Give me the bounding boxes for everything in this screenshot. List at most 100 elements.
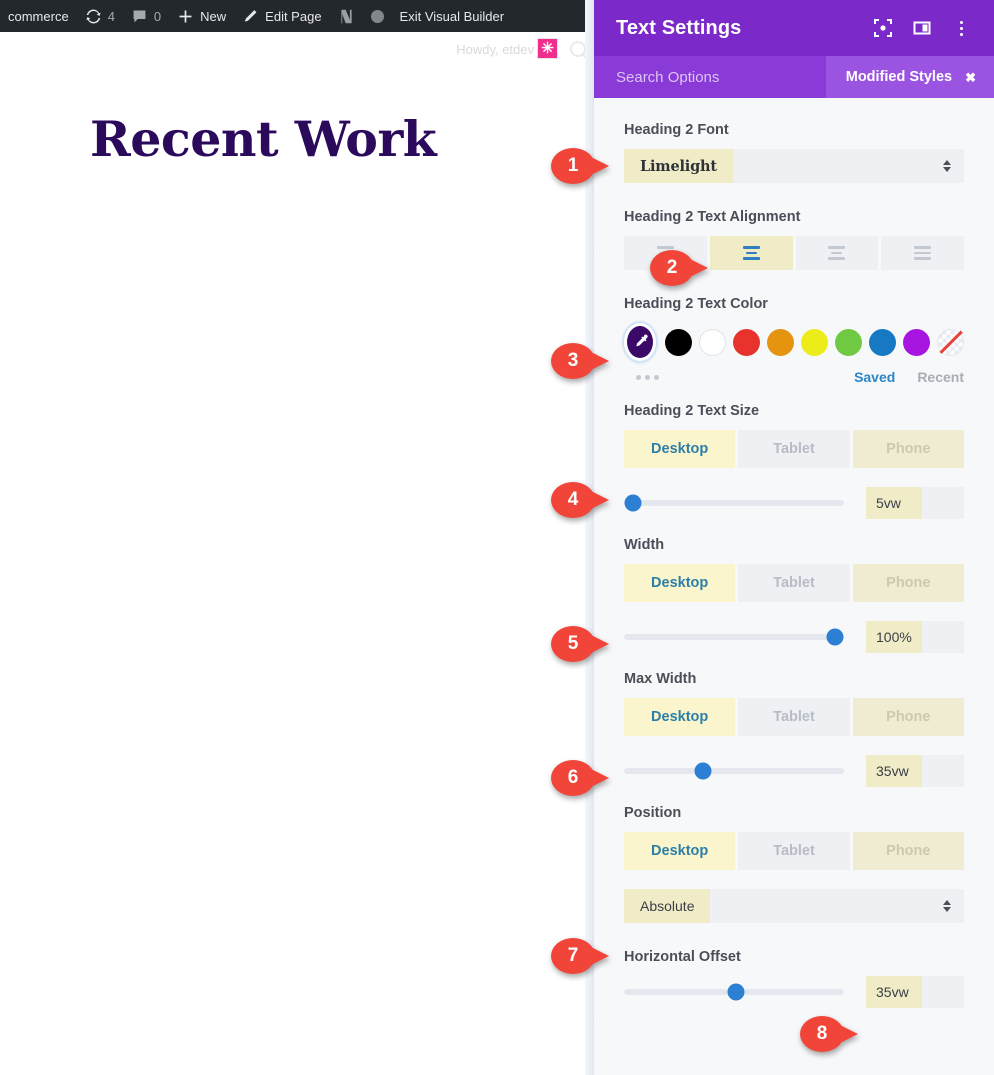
tab-desktop-position[interactable]: Desktop (624, 832, 736, 870)
width-responsive-tabs: Desktop Tablet Phone (624, 564, 964, 602)
tab-desktop-max-width[interactable]: Desktop (624, 698, 736, 736)
color-swatch-blue[interactable] (869, 328, 896, 356)
color-swatch-purple[interactable] (903, 328, 930, 356)
horizontal-offset-slider[interactable] (624, 983, 844, 1001)
adminbar-updates-count: 4 (107, 8, 115, 24)
field-label-width: Width (624, 537, 665, 553)
color-swatch-orange[interactable] (767, 328, 794, 356)
heading2-font-select[interactable]: Limelight (624, 149, 964, 183)
align-center-button[interactable] (709, 236, 793, 270)
callout-pin-8: 8 (800, 1014, 858, 1054)
color-swatch-none[interactable] (937, 328, 964, 356)
kebab-menu-icon[interactable] (950, 17, 972, 39)
tab-tablet-max-width[interactable]: Tablet (738, 698, 850, 736)
callout-pin-4-number: 4 (567, 489, 579, 510)
color-swatch-black[interactable] (665, 328, 692, 356)
horizontal-offset-slider-knob[interactable] (727, 983, 745, 1001)
split-panel-icon[interactable] (911, 17, 933, 39)
field-label-position: Position (624, 805, 682, 821)
field-heading2-color: Heading 2 Text Color Saved Recent (624, 296, 964, 385)
adminbar-exit-visual-builder[interactable]: Exit Visual Builder (392, 0, 513, 32)
adminbar-comments[interactable]: 0 (123, 0, 169, 32)
tab-phone-text-size[interactable]: Phone (852, 430, 964, 468)
plus-icon (177, 8, 194, 25)
text-size-slider-row: 5vw (624, 487, 964, 519)
field-width: Width Desktop Tablet Phone 100% (624, 537, 964, 653)
page-canvas: Recent Work (0, 68, 594, 1075)
avatar[interactable]: ✳ (537, 38, 558, 59)
site-top-bar: Howdy, etdev ✳ (0, 32, 594, 68)
max-width-slider-knob[interactable] (694, 762, 712, 780)
max-width-numbox[interactable]: 35vw (866, 755, 964, 787)
width-slider[interactable] (624, 628, 844, 646)
callout-pin-2: 2 (650, 248, 708, 288)
callout-pin-1-number: 1 (567, 155, 579, 176)
horizontal-offset-slider-row: 35vw (624, 976, 964, 1008)
adminbar-woocommerce[interactable]: commerce (0, 0, 77, 32)
color-swatch-red[interactable] (733, 328, 760, 356)
search-icon[interactable] (570, 41, 586, 57)
width-value: 100% (866, 621, 922, 653)
tab-tablet-width[interactable]: Tablet (738, 564, 850, 602)
width-slider-knob[interactable] (826, 628, 844, 646)
recent-colors-link[interactable]: Recent (917, 369, 964, 385)
close-icon[interactable]: ✖ (965, 71, 976, 84)
callout-pin-5: 5 (551, 624, 609, 664)
text-size-numbox[interactable]: 5vw (866, 487, 964, 519)
adminbar-status[interactable] (363, 0, 392, 32)
tab-phone-width[interactable]: Phone (852, 564, 964, 602)
text-size-slider-knob[interactable] (624, 494, 642, 512)
text-size-slider[interactable] (624, 494, 844, 512)
horizontal-offset-numbox[interactable]: 35vw (866, 976, 964, 1008)
max-width-slider[interactable] (624, 762, 844, 780)
adminbar-comments-count: 0 (153, 8, 162, 24)
search-input[interactable] (616, 68, 846, 86)
adminbar-yoast[interactable] (330, 0, 363, 32)
align-right-button[interactable] (795, 236, 879, 270)
focus-target-icon[interactable] (872, 17, 894, 39)
width-numbox[interactable]: 100% (866, 621, 964, 653)
max-width-slider-row: 35vw (624, 755, 964, 787)
callout-pin-4: 4 (551, 480, 609, 520)
adminbar-edit-page[interactable]: Edit Page (234, 0, 329, 32)
max-width-responsive-tabs: Desktop Tablet Phone (624, 698, 964, 736)
tab-phone-position[interactable]: Phone (852, 832, 964, 870)
modified-styles-label: Modified Styles (845, 69, 953, 85)
text-settings-panel: Text Settings Search Options Modified St… (594, 0, 994, 1075)
ellipsis-icon[interactable] (624, 374, 659, 380)
callout-pin-6-number: 6 (567, 767, 579, 788)
color-swatch-green[interactable] (835, 328, 862, 356)
tab-tablet-text-size[interactable]: Tablet (738, 430, 850, 468)
panel-body: Heading 2 Font Limelight Heading 2 Text … (594, 98, 994, 1008)
color-swatch-yellow[interactable] (801, 328, 828, 356)
align-center-icon (742, 246, 760, 260)
tab-desktop-text-size[interactable]: Desktop (624, 430, 736, 468)
align-justify-button[interactable] (881, 236, 964, 270)
howdy-greeting[interactable]: Howdy, etdev (456, 42, 534, 57)
chevron-updown-icon (943, 900, 951, 912)
horizontal-offset-value: 35vw (866, 976, 922, 1008)
callout-pin-6: 6 (551, 758, 609, 798)
chevron-updown-icon (943, 160, 951, 172)
position-select[interactable]: Absolute (624, 889, 964, 923)
position-value: Absolute (624, 889, 711, 923)
adminbar-updates[interactable]: 4 (77, 0, 123, 32)
screenshot-root: commerce 4 0 New Edit Page Exit Visual B… (0, 0, 994, 1075)
field-horizontal-offset: Horizontal Offset 35vw (624, 949, 964, 1008)
modified-styles-badge[interactable]: Modified Styles ✖ (825, 56, 994, 98)
callout-pin-3: 3 (551, 341, 609, 381)
callout-pin-5-number: 5 (567, 633, 579, 654)
tab-tablet-position[interactable]: Tablet (738, 832, 850, 870)
adminbar-new[interactable]: New (169, 0, 234, 32)
saved-colors-link[interactable]: Saved (854, 369, 895, 385)
color-swatch-white[interactable] (699, 328, 726, 356)
page-heading[interactable]: Recent Work (90, 110, 437, 168)
callout-pin-7: 7 (551, 936, 609, 976)
align-right-icon (828, 246, 846, 260)
selected-color-swatch[interactable] (624, 323, 656, 361)
tab-phone-max-width[interactable]: Phone (852, 698, 964, 736)
tab-desktop-width[interactable]: Desktop (624, 564, 736, 602)
width-slider-row: 100% (624, 621, 964, 653)
field-heading2-text-size: Heading 2 Text Size Desktop Tablet Phone… (624, 403, 964, 519)
adminbar-new-label: New (200, 8, 227, 24)
